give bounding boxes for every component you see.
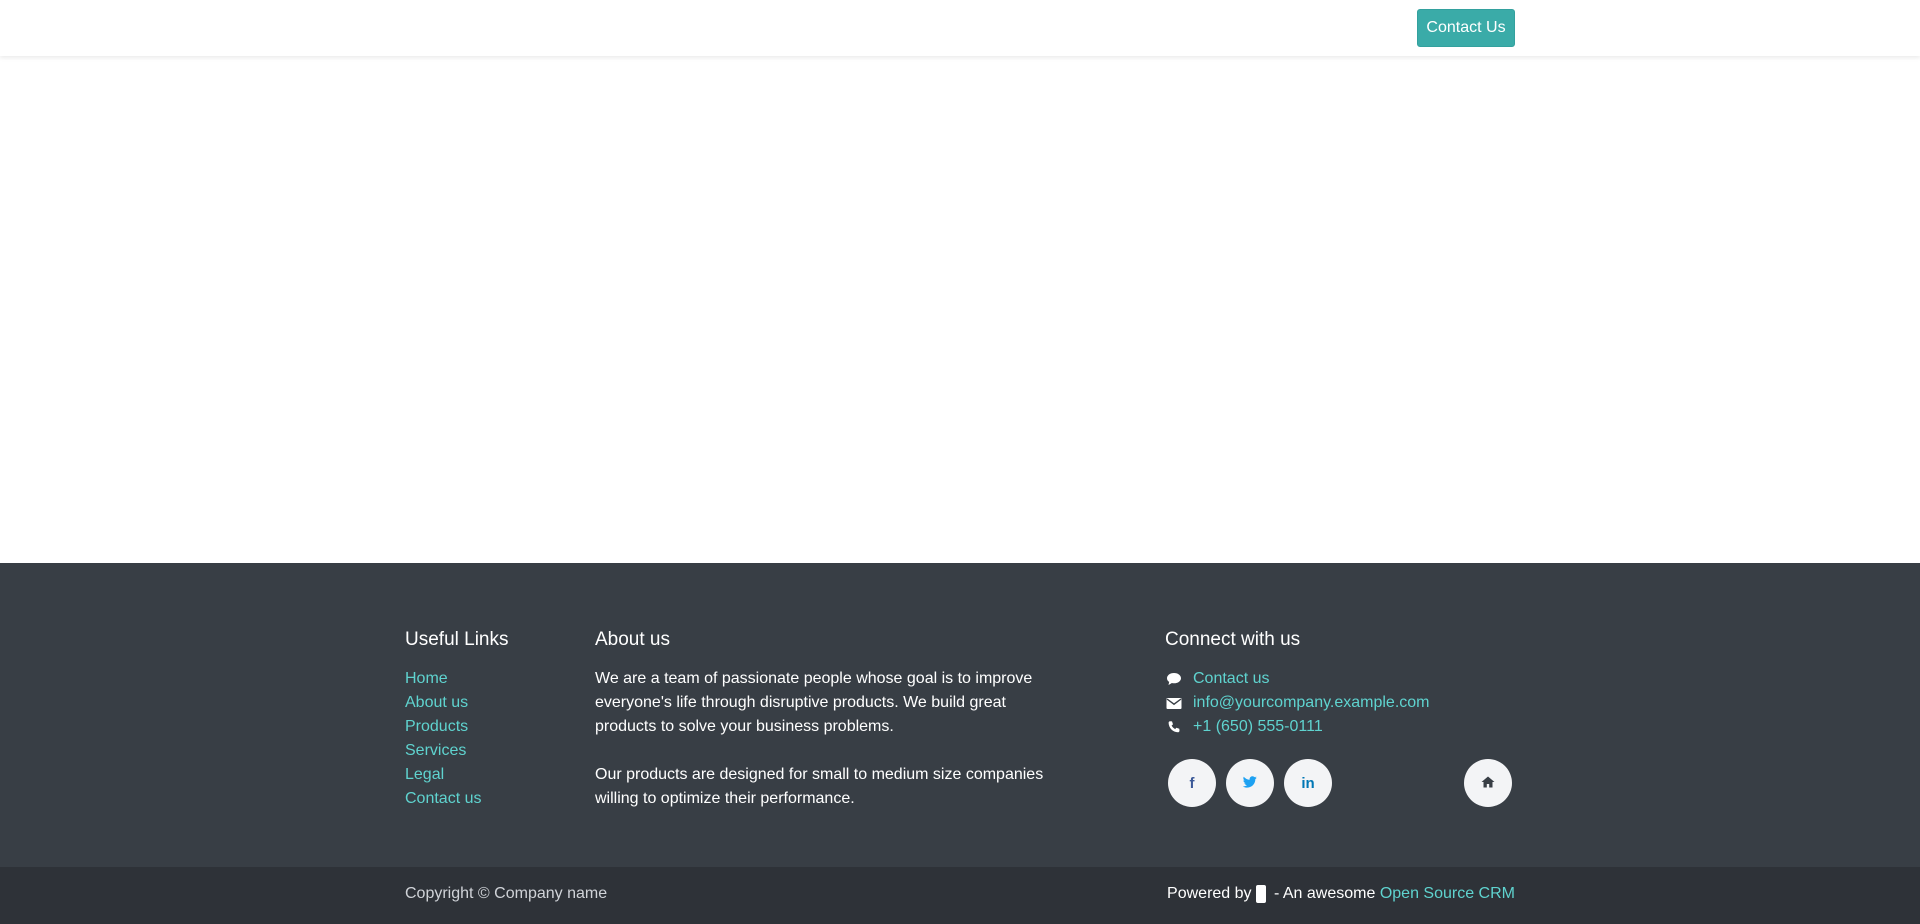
twitter-button[interactable] bbox=[1226, 759, 1274, 807]
envelope-icon bbox=[1165, 695, 1183, 711]
useful-links-list: Home About us Products Services Legal Co… bbox=[405, 667, 481, 811]
connect-list: Contact us info@yourcompany.example.com … bbox=[1165, 667, 1430, 739]
linkedin-icon: in bbox=[1301, 774, 1315, 792]
list-item: info@yourcompany.example.com bbox=[1165, 691, 1430, 715]
about-us-title: About us bbox=[595, 629, 670, 650]
main-content bbox=[0, 56, 1920, 563]
powered-by-middle: - An awesome bbox=[1269, 885, 1380, 902]
linkedin-button[interactable]: in bbox=[1284, 759, 1332, 807]
facebook-icon: f bbox=[1189, 774, 1195, 792]
copyright-bar: Copyright © Company name Powered by - An… bbox=[0, 867, 1920, 924]
phone-icon bbox=[1165, 719, 1183, 735]
list-item: Products bbox=[405, 715, 481, 739]
useful-links-title: Useful Links bbox=[405, 629, 509, 650]
powered-by-prefix: Powered by bbox=[1167, 885, 1252, 902]
connect-phone-link[interactable]: +1 (650) 555-0111 bbox=[1193, 715, 1323, 739]
footer-link-legal[interactable]: Legal bbox=[405, 766, 444, 783]
copyright-text: Copyright © Company name bbox=[405, 885, 608, 902]
about-paragraph-2: Our products are designed for small to m… bbox=[595, 766, 1044, 807]
list-item: Contact us bbox=[1165, 667, 1430, 691]
about-paragraph-1: We are a team of passionate people whose… bbox=[595, 670, 1033, 735]
footer-link-home[interactable]: Home bbox=[405, 670, 448, 687]
about-us-text: We are a team of passionate people whose… bbox=[595, 667, 1045, 811]
list-item: Services bbox=[405, 739, 481, 763]
footer-link-contact-us[interactable]: Contact us bbox=[405, 790, 481, 807]
brand-logo[interactable] bbox=[1255, 885, 1266, 903]
open-source-crm-link[interactable]: Open Source CRM bbox=[1380, 885, 1515, 903]
connect-contact-us-link[interactable]: Contact us bbox=[1193, 667, 1269, 691]
connect-title: Connect with us bbox=[1165, 629, 1301, 650]
facebook-button[interactable]: f bbox=[1168, 759, 1216, 807]
comment-icon bbox=[1165, 671, 1183, 687]
list-item: Home bbox=[405, 667, 481, 691]
twitter-icon bbox=[1242, 775, 1257, 792]
footer-link-services[interactable]: Services bbox=[405, 742, 466, 759]
list-item: +1 (650) 555-0111 bbox=[1165, 715, 1430, 739]
list-item: About us bbox=[405, 691, 481, 715]
footer: Useful Links Home About us Products Serv… bbox=[0, 563, 1920, 867]
list-item: Contact us bbox=[405, 787, 481, 811]
list-item: Legal bbox=[405, 763, 481, 787]
top-navbar: Contact Us bbox=[0, 0, 1920, 56]
contact-us-button[interactable]: Contact Us bbox=[1417, 9, 1515, 47]
home-button[interactable] bbox=[1464, 759, 1512, 807]
footer-link-about-us[interactable]: About us bbox=[405, 694, 468, 711]
footer-link-products[interactable]: Products bbox=[405, 718, 468, 735]
connect-email-link[interactable]: info@yourcompany.example.com bbox=[1193, 691, 1430, 715]
powered-by: Powered by - An awesome Open Source CRM bbox=[1167, 885, 1515, 903]
home-icon bbox=[1481, 775, 1495, 792]
